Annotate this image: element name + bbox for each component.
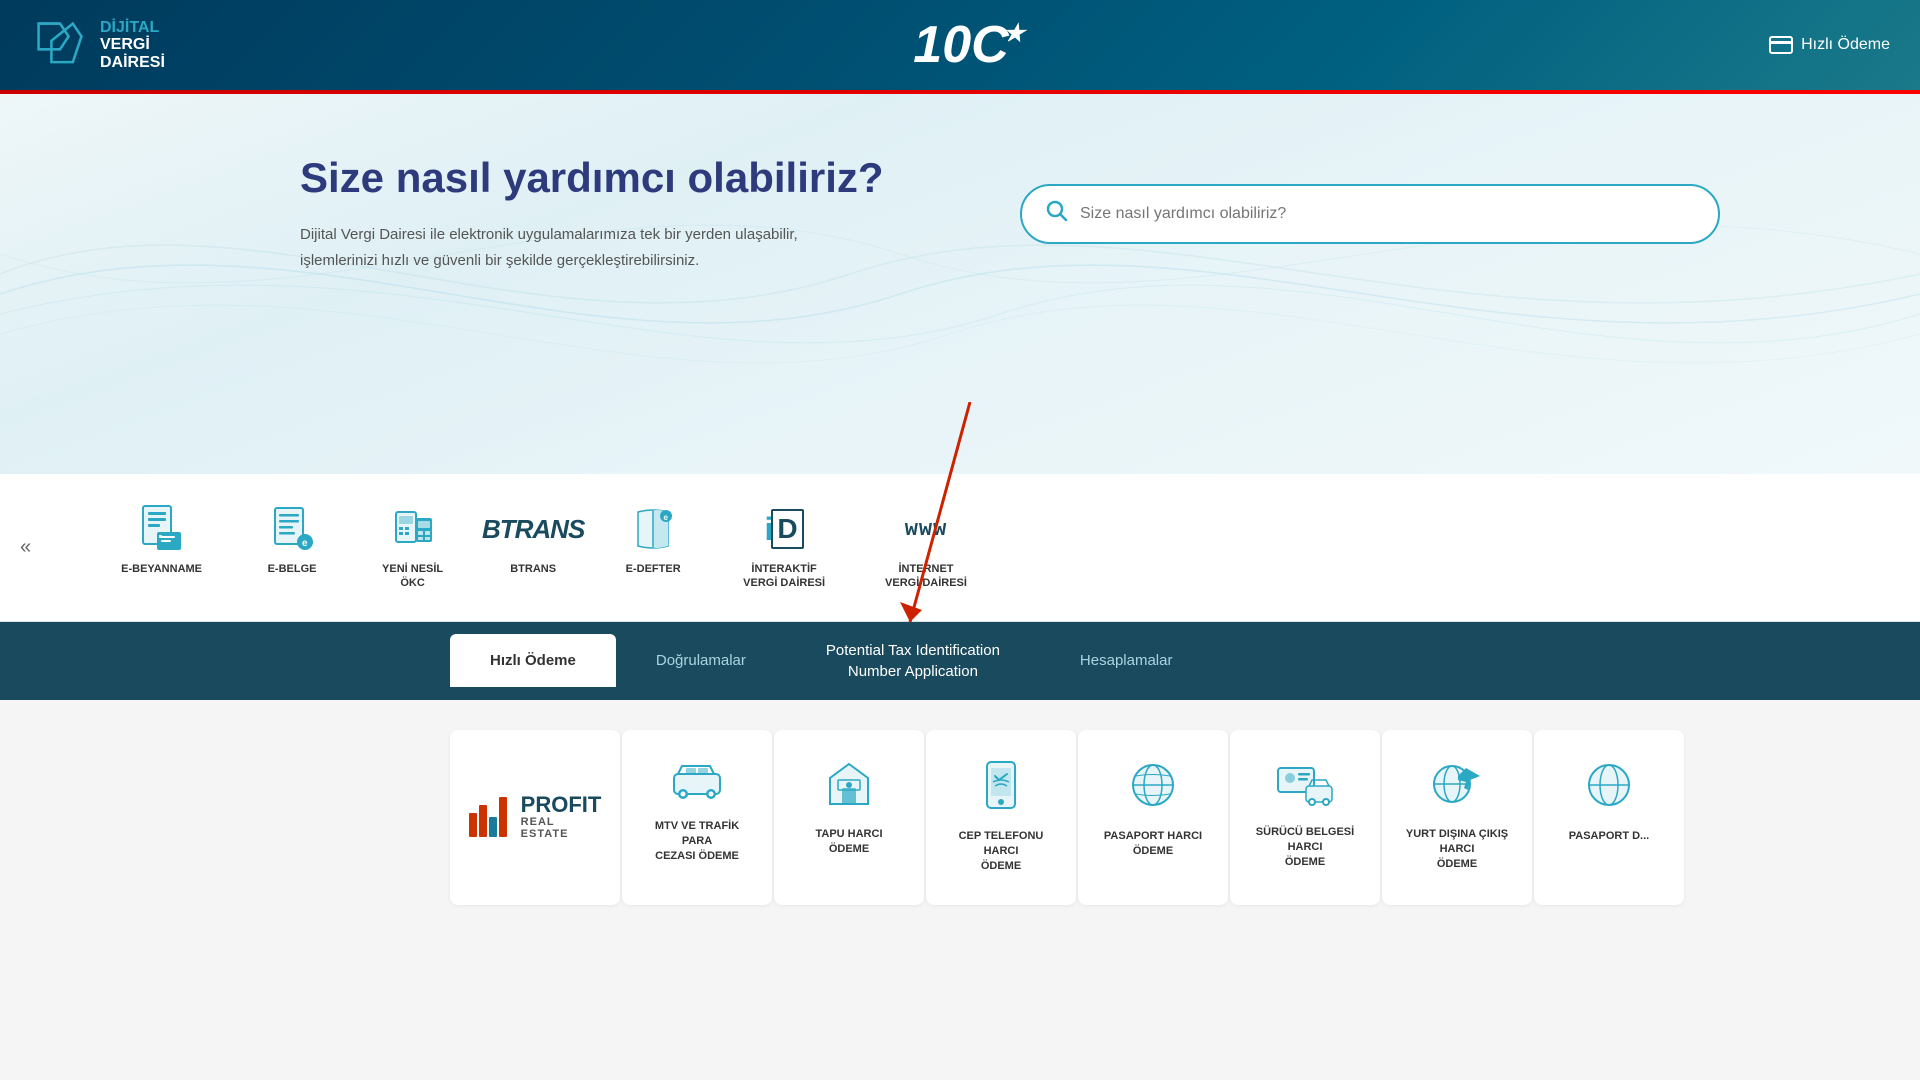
e-beyanname-icon <box>137 504 187 554</box>
internet-vergi-label: İNTERNET VERGİ DAİRESİ <box>885 562 967 591</box>
hero-wave-bg <box>0 94 1920 474</box>
yeni-nesil-okc-label: YENİ NESİL ÖKC <box>382 562 443 591</box>
service-surucu-label: SÜRÜCÜ BELGESİ HARCI ÖDEME <box>1250 825 1360 871</box>
quick-access-btrans[interactable]: BTRANS BTRANS <box>473 494 593 601</box>
service-mtv[interactable]: MTV VE TRAFİK PARA CEZASI ÖDEME <box>622 730 772 905</box>
surucu-icon <box>1276 760 1334 811</box>
hero-subtitle: Dijital Vergi Dairesi ile elektronik uyg… <box>300 222 820 273</box>
service-cep-label: CEP TELEFONU HARCI ÖDEME <box>946 829 1056 875</box>
hero-text: Size nasıl yardımcı olabiliriz? Dijital … <box>300 154 884 273</box>
service-mtv-label: MTV VE TRAFİK PARA CEZASI ÖDEME <box>642 819 752 865</box>
yeni-nesil-okc-icon <box>388 504 438 554</box>
interaktif-vergi-icon: i D <box>759 504 809 554</box>
content-area: PROFIT REAL ESTATE MTV VE TRAFİK <box>0 700 1920 935</box>
tabs-bar: Hızlı Ödeme Doğrulamalar Potential Tax I… <box>0 622 1920 700</box>
quick-access-internet-vergi[interactable]: www İNTERNET VERGİ DAİRESİ <box>855 494 997 601</box>
logo-text: DİJİTAL VERGİ DAİRESİ <box>100 19 165 72</box>
tapu-icon <box>824 760 874 813</box>
hero-title: Size nasıl yardımcı olabiliriz? <box>300 154 884 202</box>
service-tapu[interactable]: TAPU HARCI ÖDEME <box>774 730 924 905</box>
hero-section: Size nasıl yardımcı olabiliriz? Dijital … <box>0 94 1920 474</box>
btrans-icon: BTRANS <box>508 504 558 554</box>
tab-hizli-odeme[interactable]: Hızlı Ödeme <box>450 634 616 687</box>
service-pasaport-d-label: PASAPORT D... <box>1569 829 1649 844</box>
hero-content: Size nasıl yardımcı olabiliriz? Dijital … <box>0 154 1920 273</box>
search-icon <box>1046 200 1068 228</box>
service-cep[interactable]: CEP TELEFONU HARCI ÖDEME <box>926 730 1076 905</box>
mtv-icon <box>670 760 724 805</box>
search-box[interactable] <box>1020 184 1720 244</box>
service-tapu-label: TAPU HARCI ÖDEME <box>794 827 904 858</box>
quick-access-e-belge[interactable]: e e-BELGE <box>232 494 352 601</box>
tab-hesaplamalar[interactable]: Hesaplamalar <box>1040 634 1213 687</box>
profit-bars-icon <box>469 797 507 837</box>
quick-access-e-defter[interactable]: e e-DEFTER <box>593 494 713 601</box>
e-belge-label: e-BELGE <box>268 562 317 576</box>
service-yurt-disina-label: YURT DIŞINA ÇIKIŞ HARCI ÖDEME <box>1402 827 1512 873</box>
cep-icon <box>981 760 1021 815</box>
interaktif-vergi-label: İNTERAKTİF VERGİ DAİRESİ <box>743 562 825 591</box>
quick-access-interaktif-vergi[interactable]: i D İNTERAKTİF VERGİ DAİRESİ <box>713 494 855 601</box>
header: DİJİTAL VERGİ DAİRESİ 1 0 C ★ Hızlı Ödem… <box>0 0 1920 90</box>
services-grid: PROFIT REAL ESTATE MTV VE TRAFİK <box>450 730 1470 905</box>
service-profit[interactable]: PROFIT REAL ESTATE <box>450 730 620 905</box>
quick-access-e-beyanname[interactable]: e-BEYANNAME <box>91 494 232 601</box>
btrans-label: BTRANS <box>510 562 556 576</box>
internet-vergi-icon: www <box>901 504 951 554</box>
centennial-logo: 1 0 C ★ <box>913 15 1006 75</box>
e-beyanname-label: e-BEYANNAME <box>121 562 202 576</box>
tab-dogrulamalar[interactable]: Doğrulamalar <box>616 634 786 687</box>
search-input[interactable] <box>1080 205 1694 223</box>
e-defter-label: e-DEFTER <box>626 562 681 576</box>
hero-search-container <box>1020 184 1720 244</box>
logo-container[interactable]: DİJİTAL VERGİ DAİRESİ <box>30 15 165 75</box>
service-pasaport-d[interactable]: PASAPORT D... <box>1534 730 1684 905</box>
yurt-disina-icon <box>1430 760 1484 813</box>
svg-text:e: e <box>664 513 669 522</box>
quick-access-bar: « e-BEYANNAME <box>0 474 1920 622</box>
quick-access-icons: e-BEYANNAME e e-BELGE <box>51 494 1920 601</box>
svg-text:e: e <box>302 538 308 549</box>
service-pasaport[interactable]: PASAPORT HARCI ÖDEME <box>1078 730 1228 905</box>
service-pasaport-label: PASAPORT HARCI ÖDEME <box>1098 829 1208 860</box>
dvd-logo-icon <box>30 15 90 75</box>
profit-text: PROFIT REAL ESTATE <box>521 794 602 840</box>
e-defter-icon: e <box>628 504 678 554</box>
quick-access-yeni-nesil-okc[interactable]: YENİ NESİL ÖKC <box>352 494 473 601</box>
quick-payment-header[interactable]: Hızlı Ödeme <box>1769 36 1890 54</box>
service-yurt-disina[interactable]: YURT DIŞINA ÇIKIŞ HARCI ÖDEME <box>1382 730 1532 905</box>
pasaport-d-icon <box>1584 760 1634 815</box>
profit-logo: PROFIT REAL ESTATE <box>469 794 602 840</box>
e-belge-icon: e <box>267 504 317 554</box>
service-surucu[interactable]: SÜRÜCÜ BELGESİ HARCI ÖDEME <box>1230 730 1380 905</box>
credit-card-icon <box>1769 36 1793 54</box>
pasaport-icon <box>1128 760 1178 815</box>
prev-arrow[interactable]: « <box>0 536 51 559</box>
tab-potential-tax[interactable]: Potential Tax Identification Number Appl… <box>786 622 1040 700</box>
